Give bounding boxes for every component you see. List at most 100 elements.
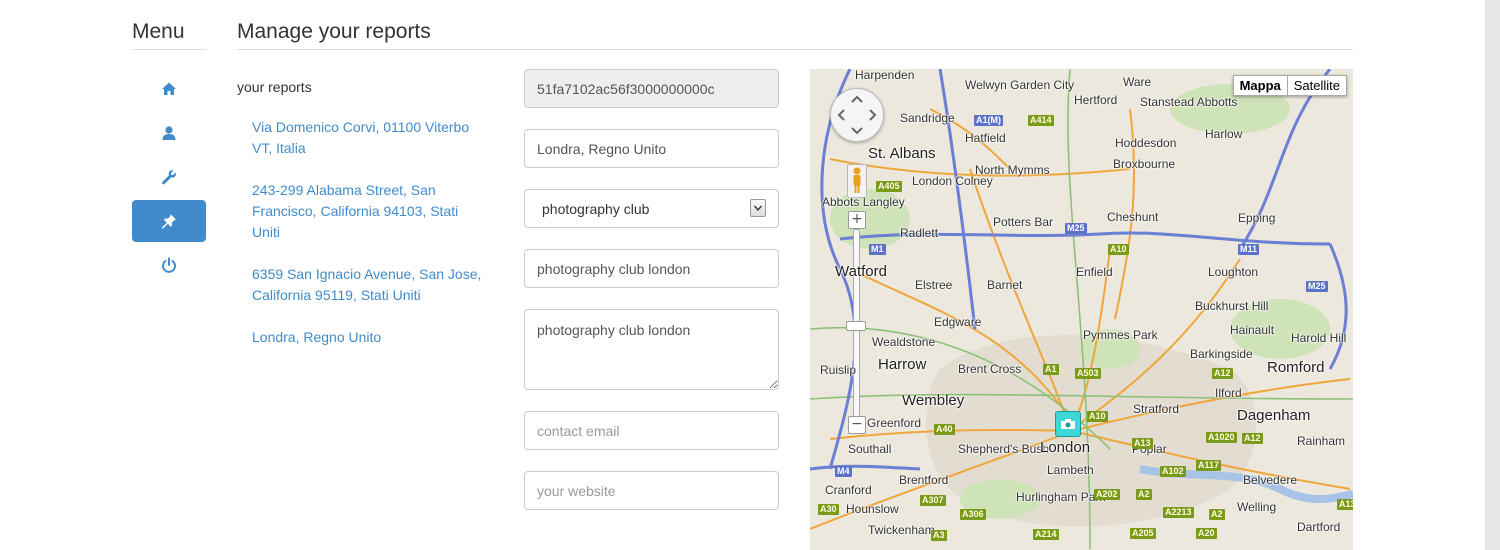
zoom-slider-thumb[interactable] (846, 321, 866, 331)
map-place-label: Harrow (878, 356, 927, 373)
map-place-label: Loughton (1208, 265, 1259, 279)
map-road-sign: A102 (1160, 466, 1186, 477)
nav-item-user[interactable] (132, 112, 206, 154)
map-marker-photography[interactable] (1055, 411, 1081, 437)
nav-item-settings[interactable] (132, 156, 206, 198)
map-place-label: Lambeth (1047, 463, 1094, 477)
map-place-label: Welling (1237, 500, 1277, 514)
report-link[interactable]: 243-299 Alabama Street, San Francisco, C… (252, 180, 487, 243)
map-place-label: Edgware (934, 315, 982, 329)
report-link[interactable]: Londra, Regno Unito (252, 327, 487, 348)
power-icon (162, 257, 176, 273)
user-icon (162, 126, 176, 140)
map-road-sign: A1 (1043, 364, 1059, 375)
nav-item-reports[interactable] (132, 200, 206, 242)
map-place-label: Brent Cross (958, 362, 1022, 376)
zoom-in-button[interactable]: + (848, 211, 866, 229)
map-place-label: Dartford (1297, 520, 1341, 534)
pan-arrows-icon (837, 95, 877, 135)
map-road-sign: A202 (1094, 489, 1120, 500)
map-place-label: Radlett (900, 226, 939, 240)
map-place-label: Dagenham (1237, 407, 1311, 424)
map-road-sign: A1020 (1206, 432, 1237, 443)
map-place-label: Cranford (825, 483, 872, 497)
map-place-label: Stanstead Abbotts (1140, 95, 1238, 109)
camera-icon (1061, 419, 1075, 429)
map-place-label: Stratford (1133, 402, 1180, 416)
pushpin-icon (162, 214, 176, 229)
map-road-sign: M4 (835, 466, 852, 477)
map-place-label: Harold Hill (1291, 331, 1347, 345)
contact-email-field[interactable] (524, 411, 779, 450)
map-pan-control[interactable] (830, 88, 884, 142)
home-icon (162, 82, 176, 95)
page-title: Manage your reports (237, 20, 1353, 50)
map-place-label: Belvedere (1243, 473, 1298, 487)
map-place-label: Hounslow (846, 502, 899, 516)
map-road-sign: A13 (1337, 499, 1353, 510)
map-place-label: Shepherd's Bush (958, 442, 1050, 456)
map-road-sign: M25 (1306, 281, 1328, 292)
map-road-sign: A205 (1130, 528, 1156, 539)
map-place-label: Welwyn Garden City (965, 78, 1075, 92)
map-road-sign: A1(M) (974, 115, 1003, 126)
map-place-label: St. Albans (868, 145, 936, 162)
report-name-field[interactable] (524, 249, 779, 288)
map-place-label: Brentford (899, 473, 949, 487)
map-place-label: Potters Bar (993, 215, 1054, 229)
map-road-sign: A30 (818, 504, 839, 515)
report-id-field[interactable] (524, 69, 779, 108)
reports-heading: your reports (237, 79, 312, 95)
map-type-satellite[interactable]: Satellite (1286, 75, 1347, 96)
map-road-sign: A3 (931, 530, 947, 541)
map-place-label: Hoddesdon (1115, 136, 1177, 150)
map-road-sign: A214 (1033, 529, 1059, 540)
map-view[interactable]: Mappa Satellite + − Harpenden Welwyn Gard… (810, 69, 1353, 550)
map-place-label: Greenford (867, 416, 922, 430)
map-type-control: Mappa Satellite (1232, 75, 1347, 96)
category-select[interactable]: photography club (524, 189, 779, 228)
location-field[interactable] (524, 129, 779, 168)
map-road-sign: M11 (1238, 244, 1260, 255)
report-form: photography club photography club london (524, 69, 779, 531)
website-field[interactable] (524, 471, 779, 510)
map-type-mappa[interactable]: Mappa (1232, 75, 1287, 96)
map-place-label: Enfield (1076, 265, 1113, 279)
map-place-label: Broxbourne (1113, 157, 1176, 171)
map-place-label: Cheshunt (1107, 210, 1159, 224)
map-place-label: Barnet (987, 278, 1023, 292)
report-link[interactable]: Via Domenico Corvi, 01100 Viterbo VT, It… (252, 117, 487, 159)
map-place-label: London (1040, 439, 1091, 456)
zoom-out-button[interactable]: − (848, 416, 866, 434)
sidebar-nav (132, 68, 206, 288)
map-road-sign: A12 (1212, 368, 1233, 379)
map-place-label: Ware (1123, 75, 1152, 89)
window-scrollbar[interactable] (1485, 0, 1500, 550)
map-place-label: Romford (1267, 359, 1325, 376)
street-view-pegman[interactable] (847, 164, 867, 198)
map-place-label: Harlow (1205, 127, 1243, 141)
chevron-down-icon[interactable] (750, 199, 766, 217)
map-road-sign: A2213 (1163, 507, 1194, 518)
nav-item-logout[interactable] (132, 244, 206, 286)
map-place-label: Twickenham (868, 523, 935, 537)
map-place-label: Hertford (1074, 93, 1118, 107)
map-place-label: Buckhurst Hill (1195, 299, 1269, 313)
map-place-label: Ruislip (820, 363, 857, 377)
map-place-label: Wembley (902, 392, 965, 409)
nav-item-home[interactable] (132, 68, 206, 110)
map-road-sign: A2 (1209, 509, 1225, 520)
map-road-sign: A10 (1108, 244, 1129, 255)
map-place-label: London Colney (912, 174, 993, 188)
map-road-sign: M25 (1065, 223, 1087, 234)
map-place-label: Ilford (1215, 386, 1242, 400)
map-place-label: Sandridge (900, 111, 955, 125)
description-textarea[interactable]: photography club london (524, 309, 779, 390)
map-road-sign: A20 (1196, 528, 1217, 539)
map-road-sign: A40 (934, 424, 955, 435)
report-link[interactable]: 6359 San Ignacio Avenue, San Jose, Calif… (252, 264, 487, 306)
map-road-sign: A414 (1028, 115, 1054, 126)
map-road-sign: A2 (1136, 489, 1152, 500)
map-place-label: Elstree (915, 278, 953, 292)
map-place-label: Pymmes Park (1083, 328, 1158, 342)
